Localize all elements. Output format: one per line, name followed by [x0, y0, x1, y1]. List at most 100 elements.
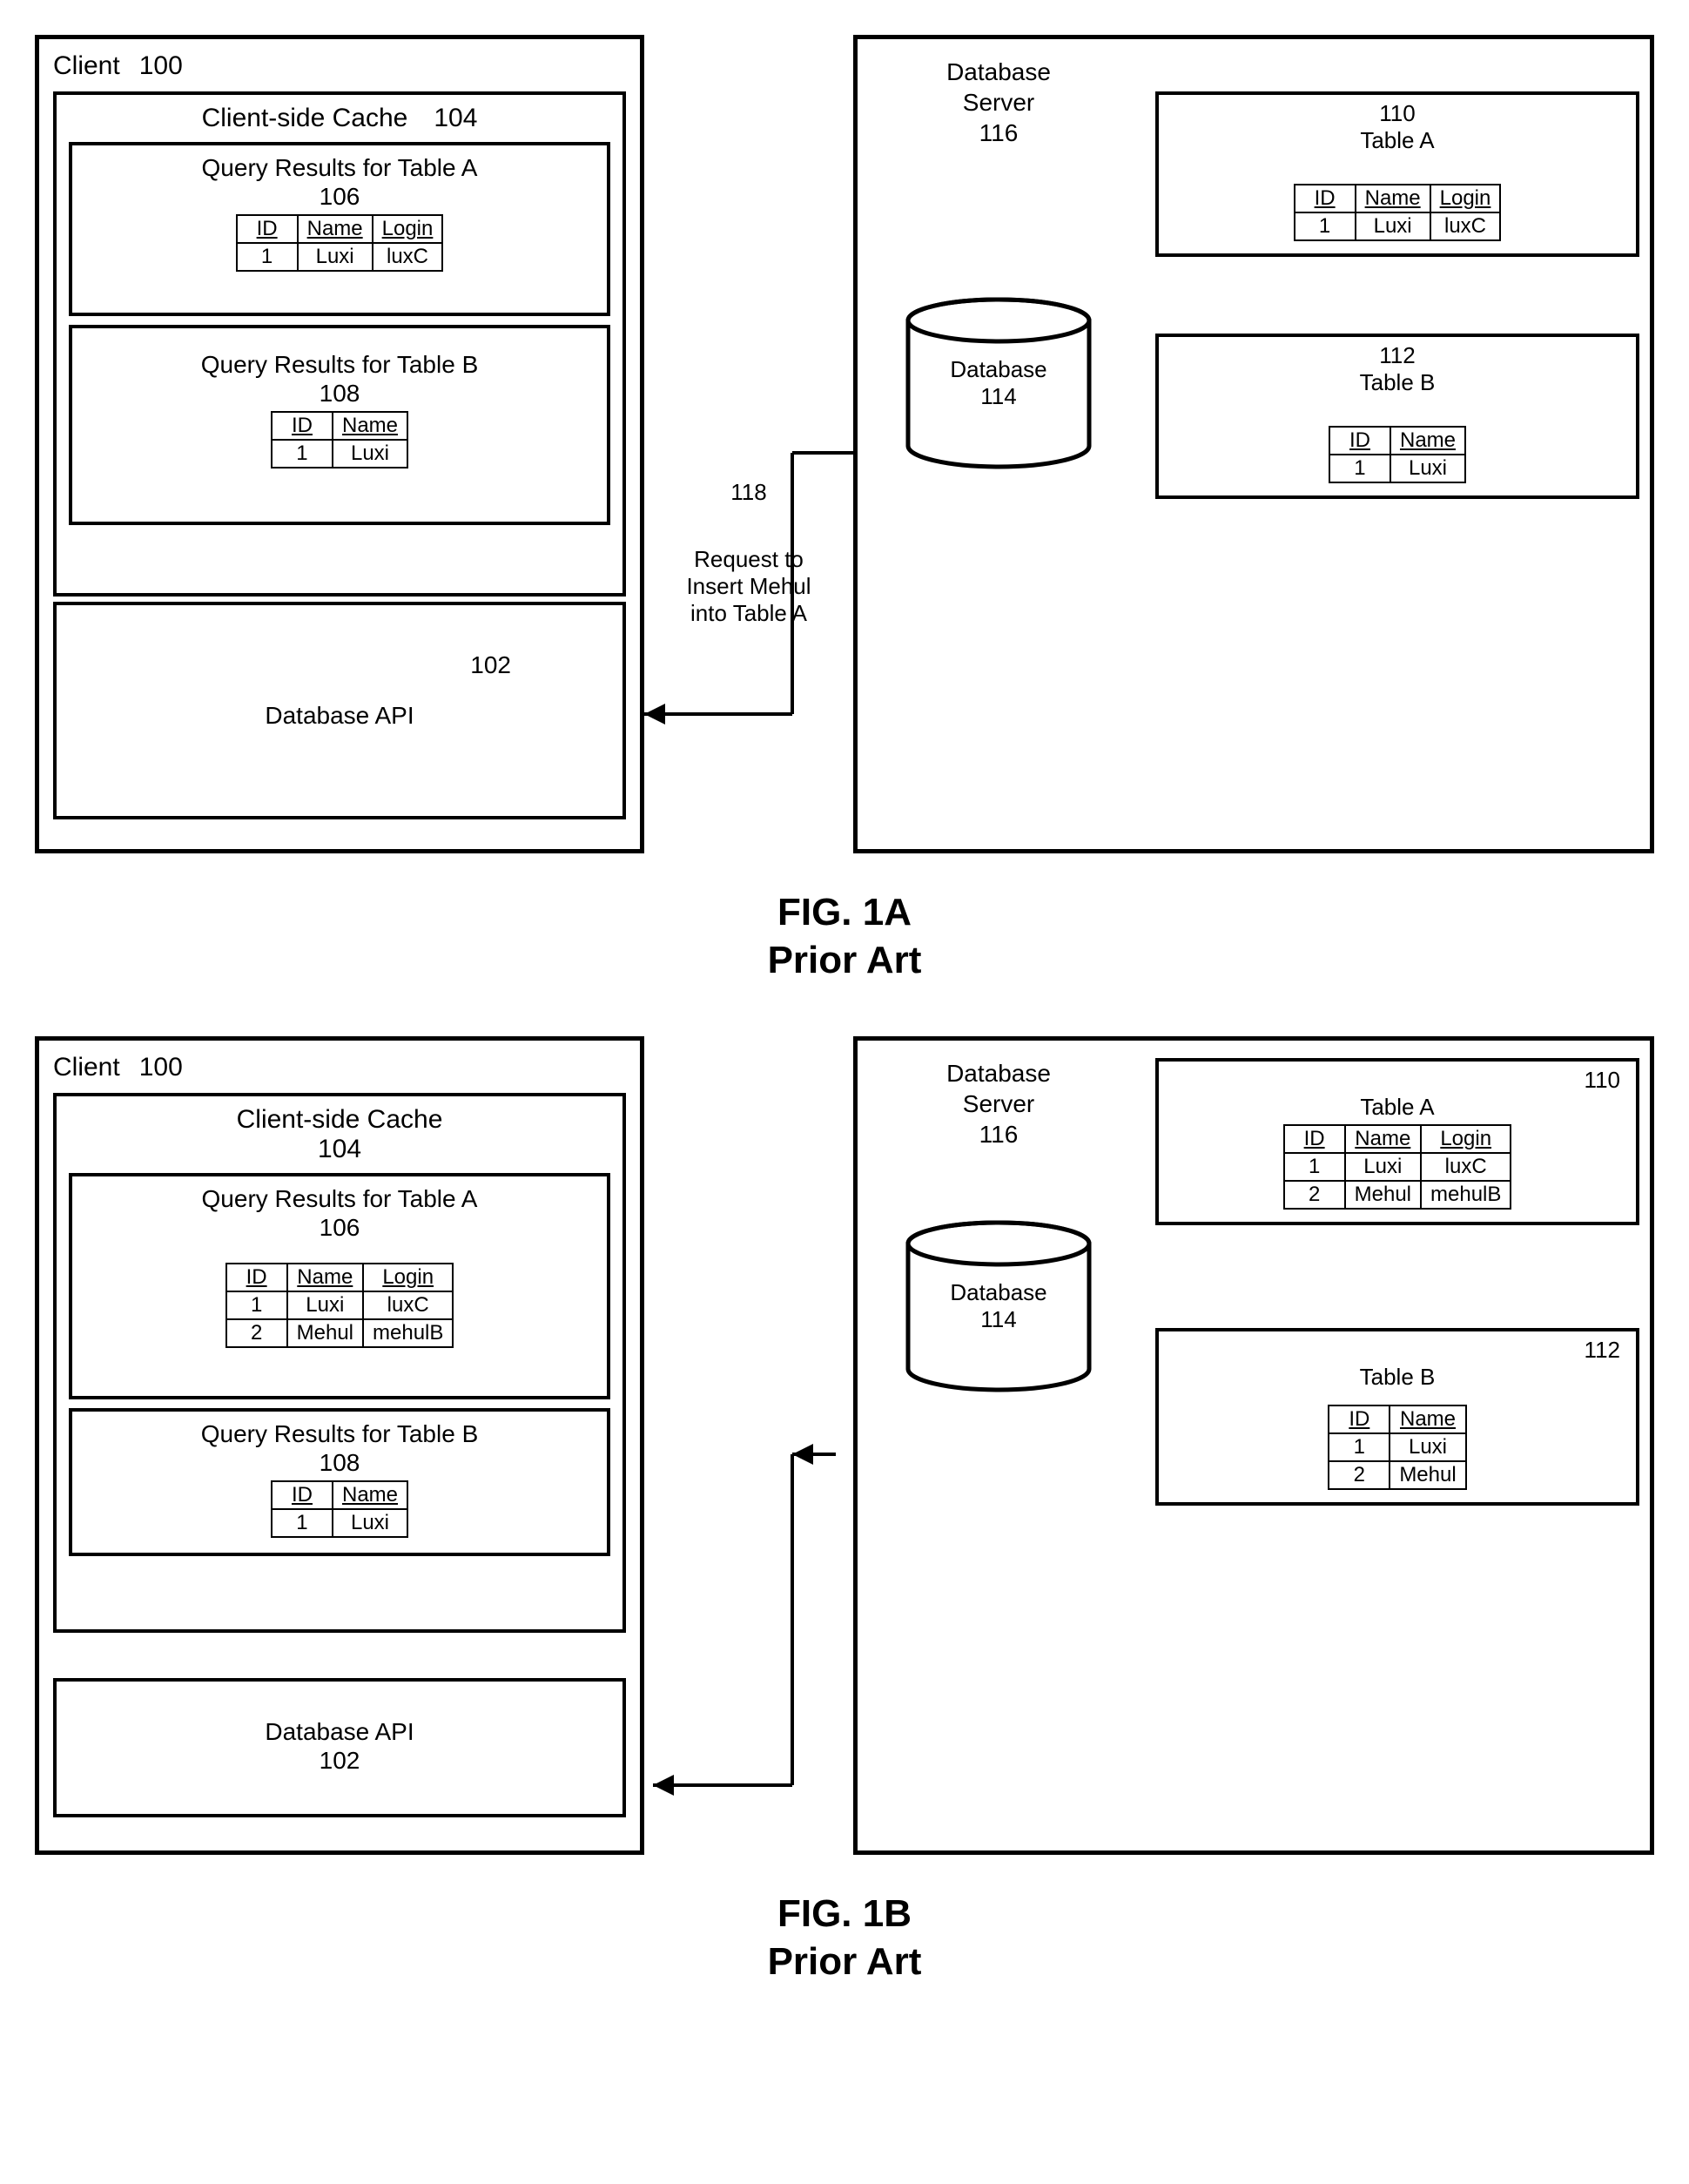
table-cell: Luxi	[1356, 212, 1430, 240]
request-text-3: into Table A	[690, 600, 807, 627]
table-cell: 2	[1284, 1181, 1345, 1209]
srv-num: 116	[979, 119, 1019, 146]
table-header: Name	[333, 412, 407, 440]
ta-num-b: 110	[1585, 1067, 1620, 1094]
table-cell: 1	[237, 243, 298, 271]
table-header: Name	[333, 1481, 407, 1509]
query-results-a-box: Query Results for Table A 106 IDNameLogi…	[69, 142, 610, 316]
tb-num: 112	[1167, 342, 1627, 369]
client-panel-b: Client 100 Client-side Cache 104 Query R…	[35, 1036, 644, 1855]
api-num-b: 102	[320, 1747, 360, 1775]
table-cell: mehulB	[363, 1319, 453, 1347]
table-header: Name	[1356, 185, 1430, 212]
srv-title2-b: Server	[963, 1090, 1034, 1117]
table-cell: Luxi	[333, 1509, 407, 1537]
fig-b-cap1: FIG. 1B	[777, 1892, 912, 1935]
qa-num: 106	[79, 183, 600, 211]
request-text-2: Insert Mehul	[686, 573, 811, 600]
table-row: 2Mehul	[1329, 1461, 1465, 1489]
table-header: ID	[1329, 1405, 1390, 1433]
table-header: Name	[287, 1264, 363, 1291]
table-header: ID	[272, 412, 333, 440]
srv-num-b: 116	[979, 1121, 1019, 1148]
table-cell: Mehul	[287, 1319, 363, 1347]
table-cell: 1	[1329, 1433, 1390, 1461]
figure-1b: Client 100 Client-side Cache 104 Query R…	[35, 1036, 1654, 1985]
database-api-box-b: Database API 102	[53, 1678, 626, 1817]
qa-table: IDNameLogin1LuxiluxC	[236, 214, 444, 272]
tb-name-b: Table B	[1167, 1364, 1627, 1391]
tb-num-b: 112	[1585, 1337, 1620, 1364]
cache-num: 104	[434, 104, 477, 133]
table-cell: luxC	[373, 243, 443, 271]
table-header: Name	[298, 215, 373, 243]
figure-caption-b: FIG. 1B Prior Art	[35, 1890, 1654, 1985]
server-table-b-box-b: 112 Table B IDName1Luxi2Mehul	[1155, 1328, 1639, 1506]
client-num: 100	[139, 51, 183, 81]
client-num-b: 100	[139, 1053, 183, 1082]
table-cell: Luxi	[333, 440, 407, 468]
table-row: 2MehulmehulB	[226, 1319, 454, 1347]
request-text-1: Request to	[694, 546, 804, 573]
srv-title1-b: Database	[946, 1060, 1051, 1087]
cache-title-b: Client-side Cache	[237, 1105, 443, 1134]
qb-num-b: 108	[79, 1449, 600, 1477]
table-row: 1LuxiluxC	[1295, 212, 1501, 240]
table-cell: 1	[272, 440, 333, 468]
table-row: 2MehulmehulB	[1284, 1181, 1511, 1209]
table-row: 1Luxi	[1329, 1433, 1465, 1461]
figure-caption-a: FIG. 1A Prior Art	[35, 888, 1654, 984]
fig-a-cap2: Prior Art	[768, 939, 922, 981]
server-table-a-box: 110 Table A IDNameLogin1LuxiluxC	[1155, 91, 1639, 257]
table-header: ID	[1284, 1125, 1345, 1153]
tb-name: Table B	[1167, 369, 1627, 396]
table-cell: Luxi	[1390, 455, 1465, 482]
table-cell: Luxi	[287, 1291, 363, 1319]
client-panel-a: Client 100 Client-side Cache 104 Query R…	[35, 35, 644, 853]
api-num: 102	[470, 651, 616, 679]
database-cylinder-b: Database 114	[903, 1219, 1094, 1393]
qa-title: Query Results for Table A	[79, 152, 600, 183]
query-results-b-box-b: Query Results for Table B 108 IDName1Lux…	[69, 1408, 610, 1556]
ta-table: IDNameLogin1LuxiluxC	[1294, 184, 1502, 241]
table-cell: 2	[226, 1319, 287, 1347]
qb-title: Query Results for Table B	[79, 349, 600, 380]
table-header: Name	[1390, 427, 1465, 455]
srv-title2: Server	[963, 89, 1034, 116]
table-header: ID	[226, 1264, 287, 1291]
ta-table-b: IDNameLogin1LuxiluxC2MehulmehulB	[1283, 1124, 1512, 1210]
qb-table: IDName1Luxi	[271, 411, 408, 468]
table-header: Login	[373, 215, 443, 243]
table-cell: mehulB	[1421, 1181, 1511, 1209]
table-row: 1Luxi	[1329, 455, 1465, 482]
table-cell: Mehul	[1345, 1181, 1421, 1209]
server-panel-b: Database Server 116 Database 11	[853, 1036, 1654, 1855]
query-results-b-box: Query Results for Table B 108 IDName1Lux…	[69, 325, 610, 525]
ta-name-b: Table A	[1167, 1094, 1627, 1121]
qb-num: 108	[79, 380, 600, 408]
cache-title: Client-side Cache	[202, 104, 408, 133]
table-header: Name	[1390, 1405, 1465, 1433]
table-cell: 1	[1329, 455, 1390, 482]
table-row: 1Luxi	[272, 440, 407, 468]
cache-num-b: 104	[318, 1135, 361, 1163]
qa-title-b: Query Results for Table A	[79, 1183, 600, 1214]
table-row: 1LuxiluxC	[1284, 1153, 1511, 1181]
table-header: ID	[1329, 427, 1390, 455]
table-cell: 2	[1329, 1461, 1390, 1489]
table-header: ID	[1295, 185, 1356, 212]
ta-num: 110	[1167, 100, 1627, 127]
client-cache-box: Client-side Cache 104 Query Results for …	[53, 91, 626, 597]
request-num: 118	[730, 479, 766, 506]
table-header: Login	[363, 1264, 453, 1291]
database-api-box: 102 Database API	[53, 602, 626, 819]
qb-table-b: IDName1Luxi	[271, 1480, 408, 1538]
db-title-b: Database	[950, 1279, 1046, 1306]
db-num: 114	[980, 383, 1016, 410]
tb-table-b: IDName1Luxi2Mehul	[1328, 1405, 1466, 1490]
server-panel-a: Database Server 116 Database 11	[853, 35, 1654, 853]
table-cell: luxC	[363, 1291, 453, 1319]
server-table-a-box-b: 110 Table A IDNameLogin1LuxiluxC2Mehulme…	[1155, 1058, 1639, 1225]
table-cell: 1	[1295, 212, 1356, 240]
table-header: ID	[237, 215, 298, 243]
